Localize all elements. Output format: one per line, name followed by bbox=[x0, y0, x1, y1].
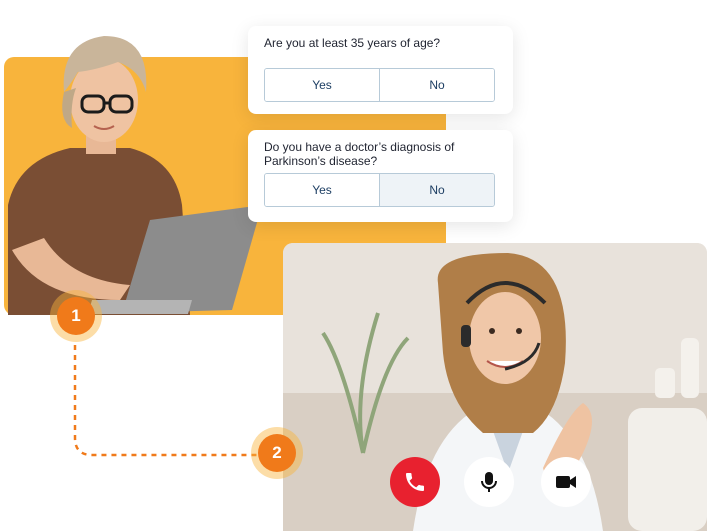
end-call-button[interactable] bbox=[390, 457, 440, 507]
phone-icon bbox=[406, 473, 424, 491]
microphone-icon bbox=[481, 472, 497, 492]
step-connector-line bbox=[73, 345, 262, 457]
step-2-badge: 2 bbox=[258, 434, 296, 472]
microphone-button[interactable] bbox=[464, 457, 514, 507]
video-camera-button[interactable] bbox=[541, 457, 591, 507]
video-camera-icon bbox=[556, 476, 576, 488]
step-1-badge: 1 bbox=[57, 297, 95, 335]
